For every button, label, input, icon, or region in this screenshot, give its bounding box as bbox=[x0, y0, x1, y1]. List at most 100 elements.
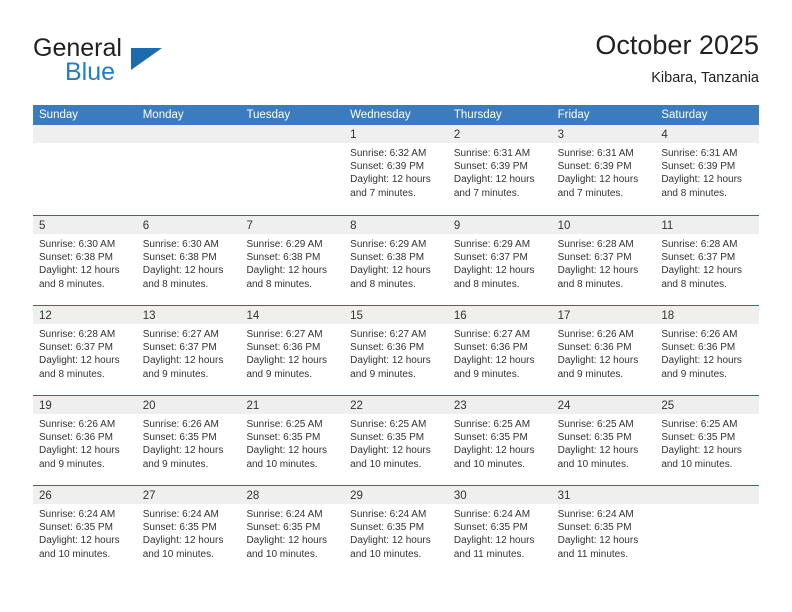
calendar-day-cell[interactable]: 6 Sunrise: 6:30 AM Sunset: 6:38 PM Daylight… bbox=[136, 216, 241, 305]
calendar-day-cell[interactable]: 10 Sunrise: 6:28 AM Sunset: 6:37 PM Dayligh… bbox=[551, 216, 656, 305]
sunrise-time: Sunrise: 6:24 AM bbox=[39, 509, 116, 520]
sunset-time: Sunset: 6:35 PM bbox=[557, 522, 632, 534]
day-sun-info: Sunrise: 6:31 AM Sunset: 6:39 PM Daylight:… bbox=[448, 143, 552, 200]
calendar-day-cell[interactable]: 4 Sunrise: 6:31 AM Sunset: 6:39 PM Daylight… bbox=[655, 125, 760, 215]
daylight-duration-line1: Daylight: 12 hours bbox=[142, 265, 224, 277]
day-number-band: 27 bbox=[136, 486, 241, 504]
sunrise-time: Sunrise: 6:32 AM bbox=[350, 148, 427, 159]
day-sun-info: Sunrise: 6:26 AM Sunset: 6:36 PM Daylight:… bbox=[655, 324, 759, 381]
sunset-time: Sunset: 6:37 PM bbox=[142, 342, 217, 354]
calendar-day-cell[interactable]: 21 Sunrise: 6:25 AM Sunset: 6:35 PM Dayligh… bbox=[240, 396, 345, 485]
calendar-day-cell[interactable]: 25 Sunrise: 6:25 AM Sunset: 6:35 PM Dayligh… bbox=[655, 396, 760, 485]
daylight-duration-line1: Daylight: 12 hours bbox=[661, 174, 742, 186]
day-number-band: 11 bbox=[655, 216, 760, 234]
logo-triangle-icon bbox=[131, 48, 162, 70]
daylight-duration-line1: Daylight: 12 hours bbox=[453, 265, 535, 277]
day-number: 17 bbox=[557, 310, 571, 322]
sunset-time: Sunset: 6:39 PM bbox=[350, 161, 425, 173]
calendar-day-cell[interactable]: 9 Sunrise: 6:29 AM Sunset: 6:37 PM Daylight… bbox=[447, 216, 552, 305]
sunset-time: Sunset: 6:38 PM bbox=[350, 252, 425, 264]
day-sun-info: Sunrise: 6:24 AM Sunset: 6:35 PM Daylight:… bbox=[344, 504, 448, 561]
daylight-duration-line1: Daylight: 12 hours bbox=[350, 174, 431, 186]
calendar-day-cell[interactable]: 7 Sunrise: 6:29 AM Sunset: 6:38 PM Daylight… bbox=[240, 216, 345, 305]
day-sun-info: Sunrise: 6:29 AM Sunset: 6:38 PM Daylight:… bbox=[240, 234, 344, 291]
day-sun-info: Sunrise: 6:30 AM Sunset: 6:38 PM Daylight:… bbox=[137, 234, 241, 291]
calendar-day-cell[interactable]: 19 Sunrise: 6:26 AM Sunset: 6:36 PM Dayligh… bbox=[33, 396, 137, 485]
weekday-header-row: Sunday Monday Tuesday Wednesday Thursday… bbox=[33, 105, 759, 125]
daylight-duration-line1: Daylight: 12 hours bbox=[557, 445, 639, 457]
sunset-time: Sunset: 6:36 PM bbox=[661, 342, 736, 354]
daylight-duration-line1: Daylight: 12 hours bbox=[246, 445, 328, 457]
daylight-duration-line2: and 9 minutes. bbox=[246, 368, 313, 380]
daylight-duration-line2: and 11 minutes. bbox=[453, 548, 525, 560]
calendar-day-cell-empty bbox=[240, 125, 345, 215]
day-number-band: 15 bbox=[344, 306, 448, 324]
calendar-day-cell[interactable]: 31 Sunrise: 6:24 AM Sunset: 6:35 PM Dayligh… bbox=[551, 486, 656, 575]
calendar-day-cell[interactable]: 3 Sunrise: 6:31 AM Sunset: 6:39 PM Daylight… bbox=[551, 125, 656, 215]
sunset-time: Sunset: 6:35 PM bbox=[350, 522, 425, 534]
day-sun-info: Sunrise: 6:26 AM Sunset: 6:36 PM Daylight:… bbox=[552, 324, 656, 381]
sunset-time: Sunset: 6:35 PM bbox=[661, 432, 736, 444]
daylight-duration-line1: Daylight: 12 hours bbox=[39, 445, 120, 457]
sunrise-time: Sunrise: 6:27 AM bbox=[142, 329, 219, 340]
calendar-week-row: 1 Sunrise: 6:32 AM Sunset: 6:39 PM Daylight… bbox=[33, 125, 760, 215]
sunset-time: Sunset: 6:36 PM bbox=[246, 342, 321, 354]
calendar-day-cell[interactable]: 28 Sunrise: 6:24 AM Sunset: 6:35 PM Dayligh… bbox=[240, 486, 345, 575]
calendar-week-row: 5 Sunrise: 6:30 AM Sunset: 6:38 PM Daylight… bbox=[33, 215, 760, 305]
calendar-day-cell[interactable]: 11 Sunrise: 6:28 AM Sunset: 6:37 PM Dayligh… bbox=[655, 216, 760, 305]
day-number-band: 1 bbox=[344, 125, 448, 143]
calendar-day-cell[interactable]: 24 Sunrise: 6:25 AM Sunset: 6:35 PM Dayligh… bbox=[551, 396, 656, 485]
calendar-day-cell[interactable]: 5 Sunrise: 6:30 AM Sunset: 6:38 PM Daylight… bbox=[33, 216, 137, 305]
calendar-day-cell[interactable]: 17 Sunrise: 6:26 AM Sunset: 6:36 PM Dayligh… bbox=[551, 306, 656, 395]
day-number-band: 7 bbox=[240, 216, 345, 234]
calendar-day-cell[interactable]: 8 Sunrise: 6:29 AM Sunset: 6:38 PM Daylight… bbox=[344, 216, 448, 305]
calendar-day-cell[interactable]: 20 Sunrise: 6:26 AM Sunset: 6:35 PM Dayligh… bbox=[136, 396, 241, 485]
daylight-duration-line2: and 8 minutes. bbox=[39, 368, 105, 380]
daylight-duration-line2: and 9 minutes. bbox=[39, 458, 105, 470]
sunrise-time: Sunrise: 6:28 AM bbox=[661, 239, 738, 250]
day-sun-info: Sunrise: 6:28 AM Sunset: 6:37 PM Daylight:… bbox=[552, 234, 656, 291]
day-sun-info: Sunrise: 6:27 AM Sunset: 6:36 PM Daylight:… bbox=[344, 324, 448, 381]
day-sun-info: Sunrise: 6:30 AM Sunset: 6:38 PM Daylight:… bbox=[33, 234, 137, 291]
calendar-day-cell[interactable]: 2 Sunrise: 6:31 AM Sunset: 6:39 PM Daylight… bbox=[447, 125, 552, 215]
day-number: 10 bbox=[557, 220, 571, 232]
day-sun-info: Sunrise: 6:29 AM Sunset: 6:38 PM Daylight:… bbox=[344, 234, 448, 291]
sunrise-time: Sunrise: 6:24 AM bbox=[557, 509, 634, 520]
daylight-duration-line1: Daylight: 12 hours bbox=[39, 265, 120, 277]
calendar-day-cell[interactable]: 22 Sunrise: 6:25 AM Sunset: 6:35 PM Dayligh… bbox=[344, 396, 448, 485]
calendar-day-cell[interactable]: 26 Sunrise: 6:24 AM Sunset: 6:35 PM Dayligh… bbox=[33, 486, 137, 575]
day-number-band: 23 bbox=[447, 396, 552, 414]
daylight-duration-line2: and 10 minutes. bbox=[661, 458, 733, 470]
daylight-duration-line1: Daylight: 12 hours bbox=[661, 445, 742, 457]
calendar-day-cell[interactable]: 23 Sunrise: 6:25 AM Sunset: 6:35 PM Dayligh… bbox=[447, 396, 552, 485]
sunset-time: Sunset: 6:39 PM bbox=[557, 161, 632, 173]
calendar-day-cell[interactable]: 27 Sunrise: 6:24 AM Sunset: 6:35 PM Dayligh… bbox=[136, 486, 241, 575]
sunset-time: Sunset: 6:37 PM bbox=[39, 342, 113, 354]
day-number-band: 26 bbox=[33, 486, 137, 504]
calendar-day-cell[interactable]: 15 Sunrise: 6:27 AM Sunset: 6:36 PM Dayligh… bbox=[344, 306, 448, 395]
calendar-day-cell[interactable]: 16 Sunrise: 6:27 AM Sunset: 6:36 PM Dayligh… bbox=[447, 306, 552, 395]
calendar-day-cell[interactable]: 1 Sunrise: 6:32 AM Sunset: 6:39 PM Daylight… bbox=[344, 125, 448, 215]
weekday-header-saturday: Saturday bbox=[661, 109, 708, 121]
sunset-time: Sunset: 6:37 PM bbox=[661, 252, 736, 264]
calendar-day-cell[interactable]: 18 Sunrise: 6:26 AM Sunset: 6:36 PM Dayligh… bbox=[655, 306, 760, 395]
day-number: 9 bbox=[453, 220, 461, 232]
calendar-day-cell[interactable]: 12 Sunrise: 6:28 AM Sunset: 6:37 PM Dayligh… bbox=[33, 306, 137, 395]
calendar-day-cell[interactable]: 14 Sunrise: 6:27 AM Sunset: 6:36 PM Dayligh… bbox=[240, 306, 345, 395]
calendar-day-cell[interactable]: 30 Sunrise: 6:24 AM Sunset: 6:35 PM Dayligh… bbox=[447, 486, 552, 575]
day-number-band: 21 bbox=[240, 396, 345, 414]
daylight-duration-line2: and 8 minutes. bbox=[661, 278, 727, 290]
sunset-time: Sunset: 6:35 PM bbox=[453, 432, 528, 444]
day-number-band: 14 bbox=[240, 306, 345, 324]
day-number: 26 bbox=[39, 490, 52, 502]
calendar-day-cell[interactable]: 29 Sunrise: 6:24 AM Sunset: 6:35 PM Dayligh… bbox=[344, 486, 448, 575]
day-number: 31 bbox=[557, 490, 571, 502]
day-number-band: 2 bbox=[447, 125, 552, 143]
daylight-duration-line2: and 7 minutes. bbox=[350, 187, 416, 199]
daylight-duration-line1: Daylight: 12 hours bbox=[453, 535, 535, 547]
day-sun-info: Sunrise: 6:31 AM Sunset: 6:39 PM Daylight:… bbox=[552, 143, 656, 200]
day-number: 27 bbox=[142, 490, 156, 502]
sunset-time: Sunset: 6:35 PM bbox=[246, 522, 321, 534]
sunrise-time: Sunrise: 6:26 AM bbox=[557, 329, 634, 340]
calendar-day-cell[interactable]: 13 Sunrise: 6:27 AM Sunset: 6:37 PM Dayligh… bbox=[136, 306, 241, 395]
